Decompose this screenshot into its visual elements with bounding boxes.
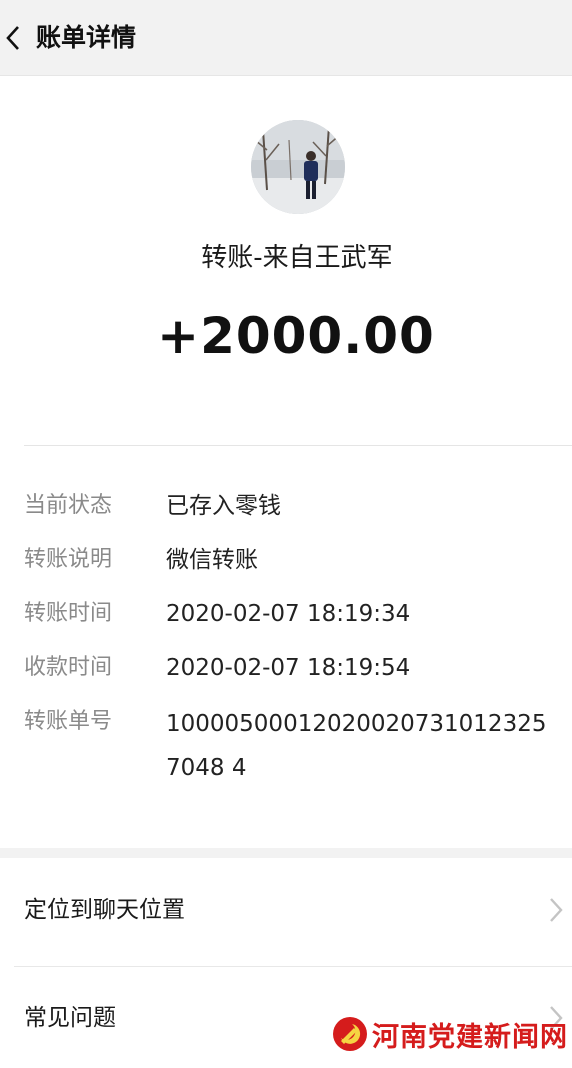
page-title: 账单详情 xyxy=(36,18,136,58)
detail-value: 2020-02-07 18:19:54 xyxy=(166,648,410,688)
nav-header: 账单详情 xyxy=(0,0,572,76)
watermark: 河南党建新闻网 xyxy=(332,1014,568,1054)
divider xyxy=(14,966,572,967)
section-separator xyxy=(0,848,572,858)
detail-label: 转账说明 xyxy=(24,540,112,580)
party-emblem-icon xyxy=(332,1016,368,1052)
detail-label: 收款时间 xyxy=(24,648,112,688)
detail-row-receive-time: 收款时间 2020-02-07 18:19:54 xyxy=(0,648,572,688)
detail-row-transfer-time: 转账时间 2020-02-07 18:19:34 xyxy=(0,594,572,634)
detail-value: 微信转账 xyxy=(166,540,258,580)
detail-value: 已存入零钱 xyxy=(166,486,281,526)
chevron-right-icon xyxy=(546,896,566,924)
transfer-title: 转账-来自王武军 xyxy=(0,238,572,278)
divider xyxy=(24,445,572,446)
detail-value: 2020-02-07 18:19:34 xyxy=(166,594,410,634)
detail-label: 转账单号 xyxy=(24,702,112,742)
locate-chat-label: 定位到聊天位置 xyxy=(24,890,185,930)
detail-row-description: 转账说明 微信转账 xyxy=(0,540,572,580)
detail-row-transfer-id: 转账单号 100005000120200207310123257048 4 xyxy=(0,702,572,792)
back-button[interactable] xyxy=(0,18,26,58)
chevron-left-icon xyxy=(5,25,21,51)
faq-label: 常见问题 xyxy=(24,998,116,1038)
locate-chat-item[interactable]: 定位到聊天位置 xyxy=(0,860,572,960)
detail-value-transfer-id: 100005000120200207310123257048 4 xyxy=(166,702,561,790)
detail-row-status: 当前状态 已存入零钱 xyxy=(0,486,572,526)
watermark-text: 河南党建新闻网 xyxy=(372,1015,568,1054)
avatar xyxy=(251,120,345,214)
transfer-amount: +2000.00 xyxy=(0,305,572,367)
detail-label: 转账时间 xyxy=(24,594,112,634)
detail-label: 当前状态 xyxy=(24,486,112,526)
